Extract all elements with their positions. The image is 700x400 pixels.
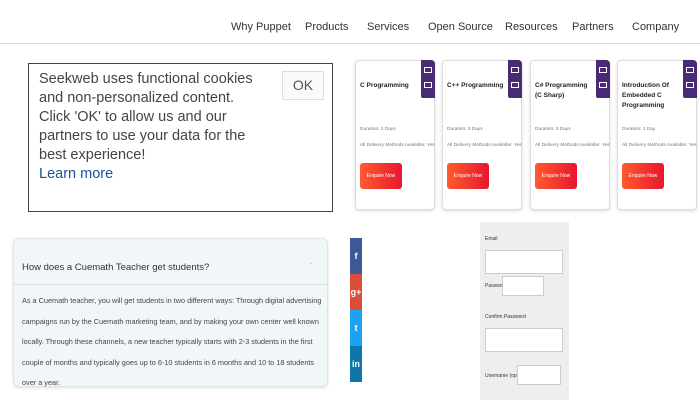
- flag-icon: [424, 82, 432, 88]
- username-field[interactable]: [517, 365, 561, 385]
- nav-services[interactable]: Services: [367, 21, 409, 33]
- top-nav: Why Puppet Products Services Open Source…: [0, 0, 700, 44]
- course-title: C# Programming (C Sharp): [535, 82, 588, 99]
- nav-resources[interactable]: Resources: [505, 21, 558, 33]
- course-card: C# Programming (C Sharp) Duration: 3 Day…: [530, 60, 610, 210]
- course-title: C++ Programming: [447, 82, 504, 89]
- nav-partners[interactable]: Partners: [572, 21, 614, 33]
- course-badge: [596, 60, 610, 98]
- course-card: Introduction Of Embedded C Programming D…: [617, 60, 697, 210]
- password-field[interactable]: [502, 276, 544, 296]
- faq-question[interactable]: How does a Cuemath Teacher get students?: [22, 262, 209, 273]
- course-title: C Programming: [360, 82, 409, 89]
- cookie-ok-button[interactable]: OK: [282, 71, 324, 100]
- course-duration: Duration: 3 Days: [447, 127, 483, 132]
- course-card: C++ Programming Duration: 3 Days All Del…: [442, 60, 522, 210]
- learn-more-link[interactable]: Learn more: [39, 166, 113, 182]
- enquire-button[interactable]: Enquire Now: [535, 163, 577, 189]
- cap-icon: [686, 67, 694, 73]
- nav-open-source[interactable]: Open Source: [428, 21, 493, 33]
- faq-divider: [14, 284, 327, 285]
- cookie-message: Seekweb uses functional cookies and non-…: [39, 71, 253, 163]
- faq-answer: As a Cuemath teacher, you will get stude…: [22, 296, 322, 387]
- course-badge: [508, 60, 522, 98]
- facebook-icon[interactable]: f: [350, 238, 362, 274]
- course-duration: Duration: 1 Day: [622, 127, 656, 132]
- course-duration: Duration: 3 Days: [535, 127, 571, 132]
- course-delivery: All Delivery Methods Available: Yes: [622, 143, 697, 148]
- flag-icon: [686, 82, 694, 88]
- twitter-icon[interactable]: t: [350, 310, 362, 346]
- course-delivery: All Delivery Methods Available: Yes: [447, 143, 522, 148]
- course-card: C Programming Duration: 2 Days All Deliv…: [355, 60, 435, 210]
- linkedin-icon[interactable]: in: [350, 346, 362, 382]
- course-delivery: All Delivery Methods Available: Yes: [535, 143, 610, 148]
- nav-why-puppet[interactable]: Why Puppet: [231, 21, 291, 33]
- course-title: Introduction Of Embedded C Programming: [622, 82, 669, 109]
- nav-products[interactable]: Products: [305, 21, 348, 33]
- confirm-password-label: Confirm Password: [485, 314, 526, 320]
- enquire-button[interactable]: Enquire Now: [447, 163, 489, 189]
- enquire-button[interactable]: Enquire Now: [360, 163, 402, 189]
- cap-icon: [511, 67, 519, 73]
- course-duration: Duration: 2 Days: [360, 127, 396, 132]
- cookie-text-block: Seekweb uses functional cookies and non-…: [39, 70, 259, 184]
- flag-icon: [511, 82, 519, 88]
- cookie-banner: Seekweb uses functional cookies and non-…: [28, 63, 333, 212]
- email-label: Email: [485, 236, 498, 242]
- chevron-up-icon[interactable]: ⌃: [307, 261, 315, 272]
- flag-icon: [599, 82, 607, 88]
- email-field[interactable]: [485, 250, 563, 274]
- cap-icon: [424, 67, 432, 73]
- register-form: Email Password Confirm Password Username…: [480, 222, 569, 400]
- course-badge: [683, 60, 697, 98]
- cap-icon: [599, 67, 607, 73]
- enquire-button[interactable]: Enquire Now: [622, 163, 664, 189]
- faq-accordion: How does a Cuemath Teacher get students?…: [13, 238, 328, 387]
- course-delivery: All Delivery Methods Available: Yes: [360, 143, 435, 148]
- course-badge: [421, 60, 435, 98]
- nav-company[interactable]: Company: [632, 21, 679, 33]
- google-plus-icon[interactable]: g+: [350, 274, 362, 310]
- confirm-password-field[interactable]: [485, 328, 563, 352]
